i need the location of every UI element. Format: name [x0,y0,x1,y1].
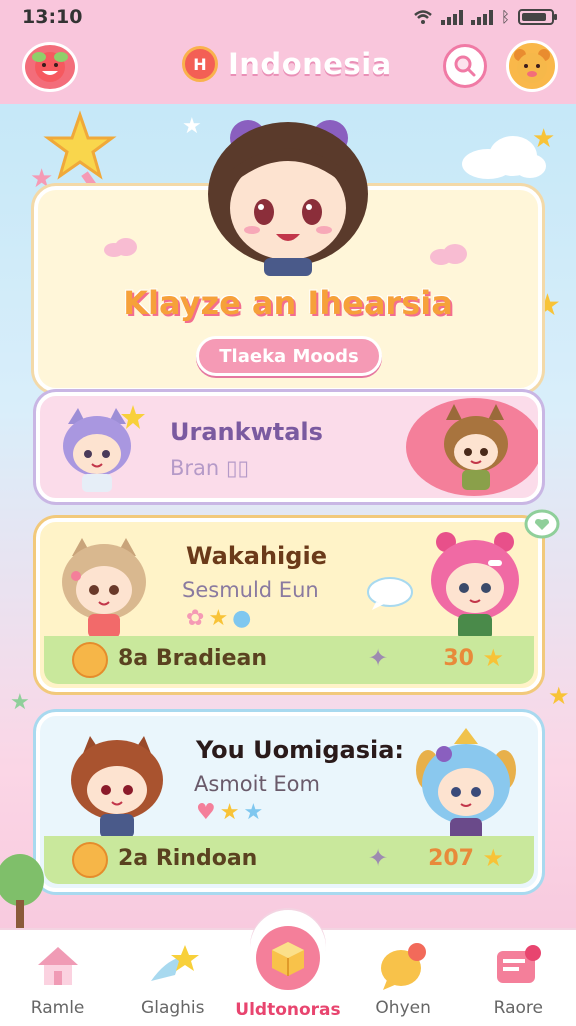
reaction-icons: ♥ ★ ★ [196,800,263,825]
strip-value: 30 [443,646,474,671]
character-avatar-blonde [62,538,146,638]
chat-heart-icon [524,509,560,539]
status-time: 13:10 [22,6,83,28]
bear-face-icon [514,49,550,83]
character-avatar-brown [406,398,538,496]
character-avatar-redbrown [71,736,163,838]
header-title-group: H Indonesia [182,46,392,82]
hero-action-button[interactable]: Tlaeka Moods [196,336,382,376]
star-icon: ★ [208,606,229,631]
star-decoration-icon: ★ [532,124,556,154]
star-decoration-icon [121,405,145,429]
card-name: Urankwtals [170,418,323,446]
battery-icon [518,9,557,25]
cloud-decoration-icon [430,244,467,265]
nav-label: Ramle [30,998,85,1018]
heart-icon: ♥ [196,800,216,825]
strip-label: 8a Bradiean [118,646,267,671]
bottom-navigation: Ramle Glaghis Uldtonoras Ohyen Raore [0,910,576,1026]
card-name: You Uomigasia: [196,736,404,764]
mascot-button[interactable] [506,40,558,92]
nav-item-ohyen[interactable]: Ohyen [346,930,461,1026]
heart-icon: ✿ [186,606,205,631]
message-icon [490,938,546,994]
smiley-face-icon [32,52,68,82]
chat-bubble-icon [375,938,431,994]
cloud-decoration-icon [104,238,137,257]
card-subtitle: Sesmuld Eun [182,578,319,602]
cube-icon [255,926,320,990]
smile-icon: ● [232,606,252,631]
star-decoration-icon: ★ [10,690,30,715]
nav-item-glaghis[interactable]: Glaghis [115,930,230,1026]
nav-label: Uldtonoras [235,1000,341,1020]
system-icons: ᛒ [413,8,557,26]
card-subtitle: Asmoit Eom [194,772,320,796]
profile-card-2[interactable]: Wakahigie Sesmuld Eun ✿ ★ ● 8a Bradiean … [36,518,542,692]
nav-item-home[interactable]: Ramle [0,930,115,1026]
strip-value: 207 [428,846,474,871]
app-header: H Indonesia [0,34,576,104]
star-icon: ★ [219,800,240,825]
card-stats-strip: 2a Rindoan ✦ 207 ★ [44,836,534,884]
page-title: Indonesia [228,47,392,81]
star-icon: ★ [482,844,504,872]
profile-card-3[interactable]: You Uomigasia: Asmoit Eom ♥ ★ ★ 2a Rindo… [36,712,542,892]
signal-icon [440,9,463,25]
paw-badge-icon [72,842,108,878]
card-name: Wakahigie [186,542,327,570]
wifi-icon [414,10,432,24]
hero-title: Klayze an Ihearsia [123,284,453,322]
profile-card-1[interactable]: Urankwtals Bran ▯▯ [36,392,542,502]
profile-avatar-button[interactable] [22,42,78,92]
nav-item-uldtonoras[interactable]: Uldtonoras [230,910,345,1026]
tree-decoration-icon [0,854,44,930]
character-avatar-blue [416,728,516,842]
star-icon: ★ [482,644,504,672]
star-icon: ★ [243,800,264,825]
speech-bubble-icon [367,577,413,610]
strip-label: 2a Rindoan [118,846,258,871]
nav-label: Raore [493,998,544,1018]
sparkle-icon: ✦ [368,644,389,672]
sparkle-icon: ✦ [368,844,389,872]
hero-character-image [208,120,368,276]
signal-icon-2 [470,9,493,25]
shooting-star-icon [145,938,201,994]
card-stats-strip: 8a Bradiean ✦ 30 ★ [44,636,534,684]
card-badge-icons: ▯▯ [226,456,250,480]
star-decoration-icon: ★ [548,682,570,710]
nav-label: Glaghis [141,998,205,1018]
search-button[interactable] [443,44,487,88]
nav-label: Ohyen [375,998,431,1018]
search-icon [454,55,476,77]
character-avatar-pink [431,532,519,640]
bluetooth-icon: ᛒ [500,8,510,26]
nav-item-raore[interactable]: Raore [461,930,576,1026]
reaction-icons: ✿ ★ ● [186,606,251,631]
paw-badge-icon [72,642,108,678]
flag-icon: H [182,46,218,82]
card-subtitle: Bran [170,456,220,480]
house-icon [30,938,86,994]
status-bar: 13:10 ᛒ [0,0,576,34]
